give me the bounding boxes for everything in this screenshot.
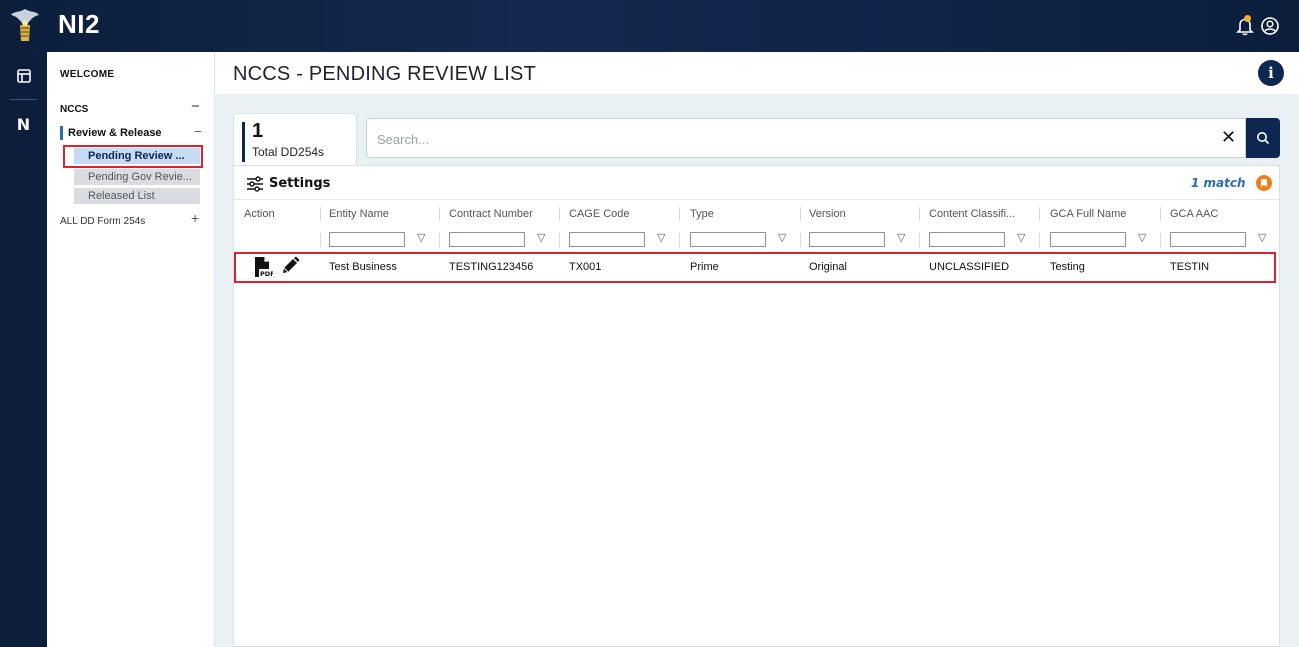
search-input[interactable] [377,130,1197,148]
filter-icon[interactable]: ▽ [1258,231,1266,244]
column-separator[interactable] [679,207,680,221]
highlight-box-pending-review [63,145,203,168]
collapse-review-release-icon[interactable]: − [194,124,202,139]
column-separator [439,233,440,247]
column-separator[interactable] [919,207,920,221]
column-separator[interactable] [559,207,560,221]
search-container: ✕ [366,118,1246,158]
sliders-settings-icon[interactable] [246,176,264,192]
sidebar-item-released-list[interactable]: Released List [74,188,200,204]
user-account-icon[interactable] [1260,16,1280,36]
filter-input-type[interactable] [690,232,766,247]
notification-badge [1244,15,1251,22]
match-count: 1 match [1191,176,1246,190]
sidebar-item-all-dd-form-254s[interactable]: ALL DD Form 254s [60,216,145,227]
agency-seal-logo-icon[interactable] [8,7,42,45]
highlight-box-data-row [234,252,1276,283]
rail-divider [10,99,37,100]
filter-icon[interactable]: ▽ [417,231,425,244]
left-rail: N [0,52,47,647]
total-count: 1 [252,120,264,142]
filter-input-content-classification[interactable] [929,232,1005,247]
count-accent-bar [242,122,245,162]
filter-icon[interactable]: ▽ [778,231,786,244]
filter-icon[interactable]: ▽ [1138,231,1146,244]
results-grid: Settings 1 match Action Entity Name Cont… [233,165,1280,647]
settings-button[interactable]: Settings [269,176,330,191]
grid-toolbar: Settings 1 match [234,166,1279,200]
column-separator [559,233,560,247]
column-header-action[interactable]: Action [244,208,275,220]
column-separator[interactable] [1160,207,1161,221]
main-content: NCCS - PENDING REVIEW LIST i 1 Total DD2… [215,52,1299,647]
column-separator [919,233,920,247]
filter-input-entity-name[interactable] [329,232,405,247]
search-button[interactable] [1246,118,1280,158]
column-header-gca-full-name[interactable]: GCA Full Name [1050,208,1126,220]
column-separator [320,233,321,247]
column-separator[interactable] [439,207,440,221]
filter-icon[interactable]: ▽ [537,231,545,244]
total-count-card: 1 Total DD254s [233,113,357,165]
info-icon[interactable]: i [1258,60,1284,86]
column-header-type[interactable]: Type [690,208,714,220]
page-title: NCCS - PENDING REVIEW LIST [233,63,537,85]
dashboard-icon-glyph [16,68,31,83]
expand-all-forms-icon[interactable]: + [191,210,199,226]
column-header-entity-name[interactable]: Entity Name [329,208,389,220]
column-separator [1039,233,1040,247]
column-separator[interactable] [320,207,321,221]
clear-search-icon[interactable]: ✕ [1221,127,1236,148]
filter-icon[interactable]: ▽ [897,231,905,244]
filter-row: ▽ ▽ ▽ ▽ ▽ ▽ ▽ ▽ [234,228,1279,252]
sidebar-item-review-release[interactable]: Review & Release [68,127,162,139]
column-header-contract-number[interactable]: Contract Number [449,208,533,220]
search-icon [1257,132,1270,145]
sidebar-nav: WELCOME NCCS − Review & Release − Pendin… [47,52,215,647]
bookmark-icon[interactable] [1256,175,1272,191]
column-header-version[interactable]: Version [809,208,846,220]
bookmark-glyph [1261,179,1267,187]
filter-input-contract-number[interactable] [449,232,525,247]
filter-icon[interactable]: ▽ [657,231,665,244]
filter-input-version[interactable] [809,232,885,247]
active-section-indicator [60,126,63,140]
column-header-row: Action Entity Name Contract Number CAGE … [234,200,1279,228]
top-bar: NI2 [0,0,1299,52]
total-count-label: Total DD254s [252,145,325,159]
collapse-nccs-icon[interactable]: − [191,98,200,115]
filter-input-gca-aac[interactable] [1170,232,1246,247]
filter-icon[interactable]: ▽ [1017,231,1025,244]
app-title[interactable]: NI2 [58,9,100,40]
filter-input-gca-full-name[interactable] [1050,232,1126,247]
column-header-gca-aac[interactable]: GCA AAC [1170,208,1218,220]
sidebar-item-pending-gov-review[interactable]: Pending Gov Revie... [74,169,200,185]
dashboard-icon[interactable] [10,62,37,89]
column-header-cage-code[interactable]: CAGE Code [569,208,630,220]
sidebar-item-welcome[interactable]: WELCOME [60,69,114,80]
sidebar-item-nccs[interactable]: NCCS [60,104,88,115]
column-separator [1160,233,1161,247]
column-separator [679,233,680,247]
column-separator[interactable] [1039,207,1040,221]
filter-input-cage-code[interactable] [569,232,645,247]
page-header: NCCS - PENDING REVIEW LIST i [215,52,1299,94]
column-header-content-classification[interactable]: Content Classifi... [929,208,1015,220]
column-separator [800,233,801,247]
rail-item-n[interactable]: N [10,111,37,138]
column-separator[interactable] [800,207,801,221]
